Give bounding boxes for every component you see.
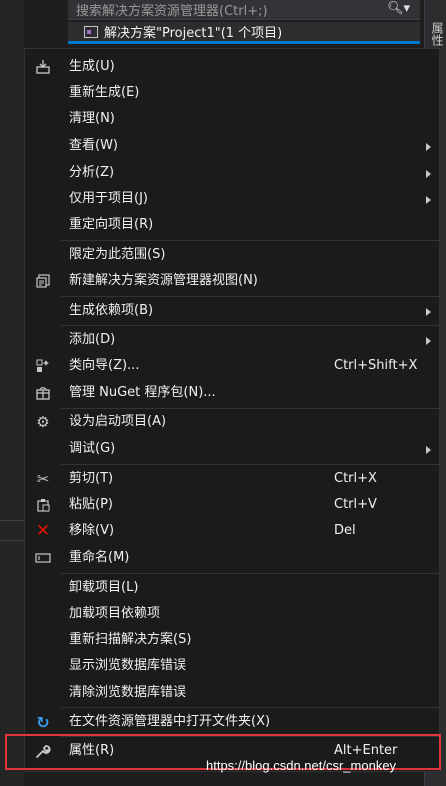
menu-item-analyze[interactable]: 分析(Z) [25,160,439,186]
menu-item-set-startup[interactable]: ⚙ 设为启动项目(A) [25,409,439,435]
menu-separator [61,707,439,708]
menu-item-shortcut: Ctrl+X [334,471,377,486]
menu-item-label: 仅用于项目(J) [69,191,148,206]
menu-item-label: 添加(D) [69,332,116,347]
menu-item-remove[interactable]: ✕ 移除(V) Del [25,518,439,544]
menu-item-project-only[interactable]: 仅用于项目(J) [25,186,439,212]
left-panel-strip [0,0,24,786]
new-view-icon [34,272,52,290]
side-tab-label: 属性 [430,22,444,46]
menu-item-shortcut: Del [334,523,356,538]
open-folder-icon: ↻ [36,712,50,732]
nuget-icon [34,384,52,402]
menu-item-paste[interactable]: 粘贴(P) Ctrl+V [25,492,439,518]
menu-item-clean[interactable]: 清理(N) [25,106,439,132]
menu-item-rename[interactable]: 重命名(M) [25,545,439,571]
menu-item-shortcut: Ctrl+V [334,497,377,512]
menu-item-label: 移除(V) [69,523,115,538]
menu-item-retarget[interactable]: 重定向项目(R) [25,212,439,238]
menu-item-open-in-explorer[interactable]: ↻ 在文件资源管理器中打开文件夹(X) [25,709,439,735]
menu-separator [61,464,439,465]
scissors-icon: ✂ [36,470,50,488]
menu-item-label: 剪切(T) [69,471,114,486]
menu-item-label: 卸载项目(L) [69,580,139,595]
remove-icon: ✕ [35,521,51,541]
menu-item-manage-nuget[interactable]: 管理 NuGet 程序包(N)... [25,380,439,406]
solution-icon [84,25,98,38]
solution-root-label: 解决方案"Project1"(1 个项目) [104,26,283,41]
menu-item-show-browse-db-errors[interactable]: 显示浏览数据库错误 [25,653,439,679]
menu-separator [61,296,439,297]
menu-item-label: 类向导(Z)... [69,358,140,373]
rename-icon [34,549,52,567]
menu-item-label: 加载项目依赖项 [69,606,161,621]
menu-item-label: 重定向项目(R) [69,217,154,232]
menu-item-class-wizard[interactable]: 类向导(Z)... Ctrl+Shift+X [25,353,439,379]
submenu-arrow-icon [426,170,431,178]
menu-item-label: 生成依赖项(B) [69,303,154,318]
menu-item-label: 粘贴(P) [69,497,113,512]
menu-item-label: 管理 NuGet 程序包(N)... [69,385,216,400]
paste-icon [34,496,52,514]
menu-item-label: 新建解决方案资源管理器视图(N) [69,273,258,288]
menu-separator [61,573,439,574]
gear-icon: ⚙ [36,413,50,431]
menu-item-load-dependencies[interactable]: 加载项目依赖项 [25,601,439,627]
watermark-text: https://blog.csdn.net/csr_monkey [206,758,397,773]
submenu-arrow-icon [426,337,431,345]
menu-item-rebuild[interactable]: 重新生成(E) [25,80,439,106]
menu-item-label: 限定为此范围(S) [69,247,166,262]
left-divider [0,540,24,541]
search-placeholder: 搜索解决方案资源管理器(Ctrl+;) [76,4,268,19]
menu-item-build-dependencies[interactable]: 生成依赖项(B) [25,298,439,324]
menu-item-label: 重新生成(E) [69,85,140,100]
solution-root-node[interactable]: 解决方案"Project1"(1 个项目) [68,22,420,44]
menu-item-scope-to-this[interactable]: 限定为此范围(S) [25,242,439,268]
menu-separator [61,325,439,326]
menu-item-label: 查看(W) [69,138,118,153]
submenu-arrow-icon [426,143,431,151]
menu-item-label: 分析(Z) [69,165,115,180]
class-wizard-icon [34,357,52,375]
context-menu: 生成(U) 重新生成(E) 清理(N) 查看(W) 分析(Z) 仅用于项目(J)… [24,48,440,772]
search-icon[interactable]: 🔍︎▾ [387,1,410,16]
build-icon [34,58,52,76]
menu-item-label: 重命名(M) [69,550,130,565]
menu-item-cut[interactable]: ✂ 剪切(T) Ctrl+X [25,466,439,492]
menu-item-new-explorer-view[interactable]: 新建解决方案资源管理器视图(N) [25,268,439,294]
menu-item-build[interactable]: 生成(U) [25,54,439,80]
menu-item-add[interactable]: 添加(D) [25,327,439,353]
menu-item-label: 清理(N) [69,111,115,126]
menu-item-label: 调试(G) [69,441,116,456]
submenu-arrow-icon [426,446,431,454]
left-divider [0,520,24,521]
menu-item-label: 显示浏览数据库错误 [69,658,187,673]
menu-item-label: 生成(U) [69,59,115,74]
menu-item-label: 在文件资源管理器中打开文件夹(X) [69,714,271,729]
submenu-arrow-icon [426,308,431,316]
menu-item-rescan-solution[interactable]: 重新扫描解决方案(S) [25,627,439,653]
menu-item-label: 重新扫描解决方案(S) [69,632,192,647]
submenu-arrow-icon [426,196,431,204]
solution-search-box[interactable]: 搜索解决方案资源管理器(Ctrl+;) 🔍︎▾ [68,0,420,20]
menu-item-view[interactable]: 查看(W) [25,133,439,159]
menu-item-label: 清除浏览数据库错误 [69,685,187,700]
menu-item-clear-browse-db-errors[interactable]: 清除浏览数据库错误 [25,680,439,706]
menu-item-label: 设为启动项目(A) [69,414,167,429]
menu-separator [61,240,439,241]
menu-item-shortcut: Ctrl+Shift+X [334,358,418,373]
menu-item-debug[interactable]: 调试(G) [25,436,439,462]
menu-item-unload-project[interactable]: 卸载项目(L) [25,575,439,601]
